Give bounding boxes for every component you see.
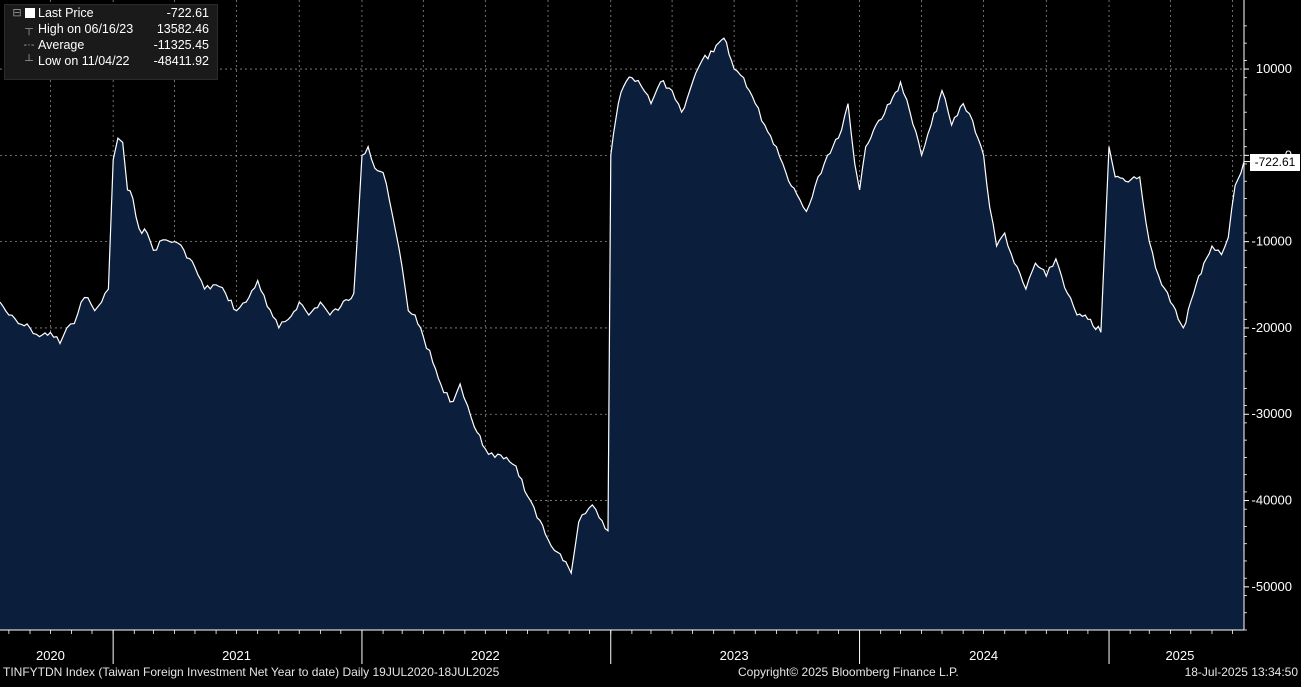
footer-center: Copyright© 2025 Bloomberg Finance L.P.	[738, 665, 959, 679]
legend-value: 13582.46	[156, 22, 209, 36]
legend-value: -722.61	[166, 6, 209, 20]
chart-svg: 100000-10000-20000-30000-40000-500002020…	[0, 0, 1301, 682]
footer-left: TINFYTDN Index (Taiwan Foreign Investmen…	[3, 665, 500, 679]
x-year-label: 2023	[720, 648, 749, 663]
x-year-label: 2025	[1165, 648, 1194, 663]
legend-high: ┬ High on 06/16/23 13582.46	[5, 21, 217, 37]
footer-right: 18-Jul-2025 13:34:50	[1184, 665, 1298, 679]
legend-average: -·- Average -11325.45	[5, 37, 217, 53]
y-tick-label: -40000	[1252, 493, 1292, 508]
y-tick-label: -10000	[1252, 234, 1292, 249]
legend-label: Last Price	[38, 6, 94, 20]
legend-label: High on 06/16/23	[38, 22, 134, 36]
average-marker-icon: -·-	[23, 39, 35, 51]
legend-value: -11325.45	[153, 38, 209, 52]
low-marker-icon: ┴	[25, 55, 33, 67]
x-year-label: 2021	[222, 648, 251, 663]
high-marker-icon: ┬	[25, 23, 33, 35]
y-tick-label: -50000	[1252, 579, 1292, 594]
x-year-label: 2024	[969, 648, 998, 663]
x-year-label: 2022	[471, 648, 500, 663]
last-value-tag: -722.61	[1250, 153, 1300, 171]
legend-last-price: ⊟ Last Price -722.61	[5, 5, 217, 21]
chart: 100000-10000-20000-30000-40000-500002020…	[0, 0, 1301, 682]
last-price-swatch	[25, 8, 35, 18]
y-tick-label: 10000	[1256, 61, 1292, 76]
collapse-icon[interactable]: ⊟	[11, 5, 23, 21]
legend-value: -48411.92	[153, 54, 209, 68]
y-tick-label: -20000	[1252, 320, 1292, 335]
y-tick-label: -30000	[1252, 406, 1292, 421]
legend: ⊟ Last Price -722.61 ┬ High on 06/16/23 …	[4, 4, 218, 80]
x-year-label: 2020	[36, 648, 65, 663]
legend-low: ┴ Low on 11/04/22 -48411.92	[5, 53, 217, 69]
legend-label: Low on 11/04/22	[38, 54, 130, 68]
legend-label: Average	[38, 38, 85, 52]
